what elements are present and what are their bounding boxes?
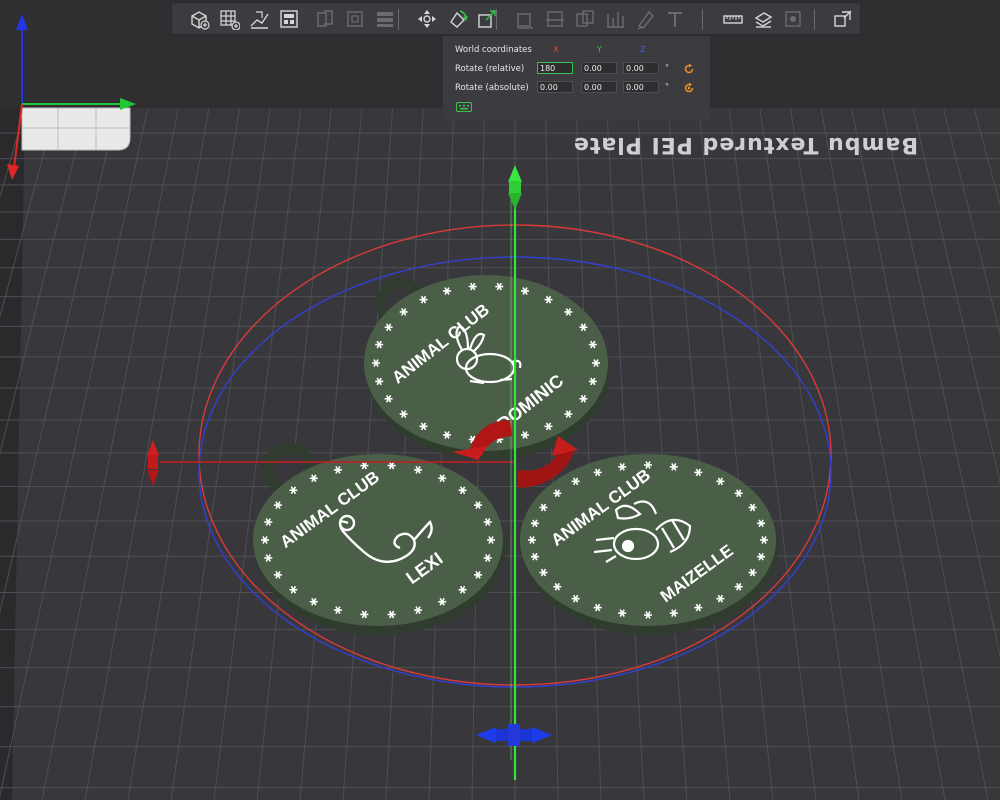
add-plate-grid-icon: [220, 10, 240, 30]
rotate-absolute-y-field[interactable]: 0.00: [581, 81, 617, 93]
mesh-boolean-button[interactable]: [572, 6, 598, 32]
toolbar-separator: [398, 9, 399, 30]
measure-button[interactable]: [720, 6, 746, 32]
split-objects-button[interactable]: [312, 6, 338, 32]
seam-paint-button[interactable]: [632, 6, 658, 32]
3d-viewport[interactable]: ANIMAL CLUB DOMINIC ANIMAL CLUB LEXI ANI…: [0, 0, 1000, 800]
rotate-absolute-label: Rotate (absolute): [455, 83, 529, 93]
scale-icon: [478, 10, 496, 28]
rotate-icon: [450, 10, 468, 28]
rotate-relative-z-field[interactable]: 0.00: [623, 62, 659, 74]
add-cube-icon: [191, 11, 210, 30]
ruler-icon: [723, 15, 743, 24]
rotate-relative-label: Rotate (relative): [455, 64, 525, 74]
emboss-button[interactable]: [780, 6, 806, 32]
lay-on-face-icon: [517, 13, 533, 29]
rotate-panel: World coordinates X Y Z Rotate (relative…: [443, 36, 710, 121]
orientation-cube[interactable]: [21, 107, 131, 151]
layers-icon: [377, 12, 393, 27]
toolbar-separator: [814, 9, 815, 30]
support-paint-icon: [607, 12, 624, 28]
rotate-absolute-z-field[interactable]: 0.00: [623, 81, 659, 93]
rotate-absolute-x-field[interactable]: 0.00: [537, 81, 573, 93]
emboss-icon: [785, 11, 801, 27]
rotate-absolute-unit: °: [665, 82, 669, 91]
arrange-icon: [280, 10, 298, 28]
rotate-absolute-reset-icon[interactable]: [683, 82, 695, 94]
rotate-relative-unit: °: [665, 63, 669, 72]
auto-orient-button[interactable]: [246, 6, 272, 32]
move-button[interactable]: [414, 6, 440, 32]
rotate-reset-icon[interactable]: [683, 63, 695, 75]
tag-maizelle[interactable]: ANIMAL CLUB MAIZELLE: [520, 454, 778, 635]
rotate-button[interactable]: [444, 6, 470, 32]
axis-z-header: Z: [640, 45, 646, 54]
text-button[interactable]: [662, 6, 688, 32]
lay-on-face-button[interactable]: [512, 6, 538, 32]
boolean-icon: [576, 10, 594, 27]
axis-y-header: Y: [597, 45, 602, 54]
rotate-relative-x-field[interactable]: 180: [537, 62, 573, 74]
add-object-button[interactable]: [186, 6, 212, 32]
add-plate-button[interactable]: [216, 6, 242, 32]
arrange-button[interactable]: [276, 6, 302, 32]
split-parts-icon: [347, 11, 363, 27]
split-parts-button[interactable]: [342, 6, 368, 32]
support-paint-button[interactable]: [602, 6, 628, 32]
axis-x-header: X: [553, 45, 559, 54]
plate-name-label: Bambu Textured PEI Plate: [572, 132, 919, 157]
variable-layer-button[interactable]: [830, 6, 856, 32]
toolbar-separator: [702, 9, 703, 30]
split-objects-icon: [317, 10, 333, 27]
main-toolbar: [171, 2, 861, 35]
cut-icon: [546, 11, 564, 27]
auto-orient-icon: [250, 11, 269, 29]
variable-layer-icon: [834, 10, 852, 27]
layers-button[interactable]: [372, 6, 398, 32]
text-icon: [668, 12, 682, 27]
assembly-icon: [754, 12, 773, 28]
keyboard-shortcut-icon[interactable]: [456, 102, 472, 112]
toolbar-separator: [496, 9, 497, 30]
seam-paint-icon: [637, 10, 654, 30]
move-icon: [418, 10, 436, 28]
coordinate-system-label[interactable]: World coordinates: [455, 45, 532, 55]
rotate-relative-y-field[interactable]: 0.00: [581, 62, 617, 74]
cut-button[interactable]: [542, 6, 568, 32]
assembly-button[interactable]: [750, 6, 776, 32]
